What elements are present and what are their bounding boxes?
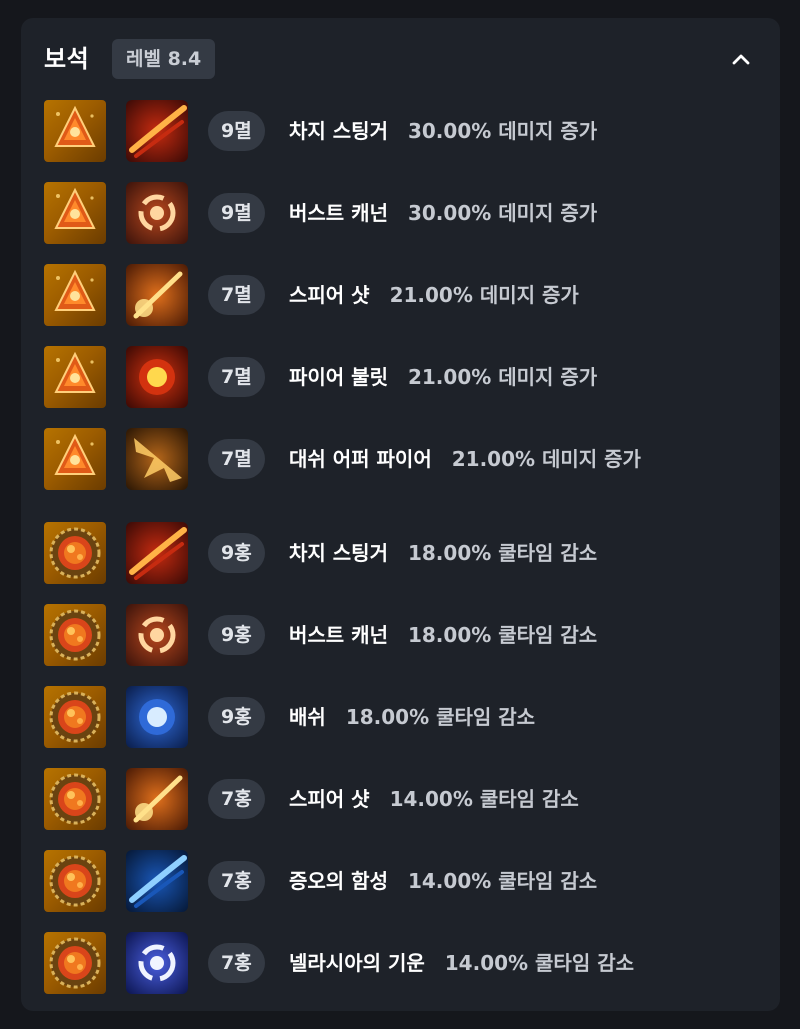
charge-stinger-skill-icon[interactable] xyxy=(126,100,188,162)
gem-effect: 30.00% 데미지 증가 xyxy=(407,119,598,143)
gem-tier-badge: 9홍 xyxy=(208,697,265,737)
crimson-flame-gem-icon[interactable] xyxy=(44,850,106,912)
bash-skill-icon[interactable] xyxy=(126,686,188,748)
crimson-flame-gem-icon[interactable] xyxy=(44,522,106,584)
skill-name-text: 대쉬 어퍼 파이어 xyxy=(289,447,432,471)
skill-name-text: 차지 스팅거 xyxy=(289,119,388,143)
gem-row[interactable]: 9홍 버스트 캐넌 18.00% 쿨타임 감소 xyxy=(44,604,764,666)
gem-tier-badge: 7멸 xyxy=(208,357,265,397)
gem-row[interactable]: 7홍 넬라시아의 기운 14.00% 쿨타임 감소 xyxy=(44,932,764,994)
fire-bullet-skill-icon[interactable] xyxy=(126,346,188,408)
burst-cannon-skill-icon[interactable] xyxy=(126,604,188,666)
skill-name: 차지 스팅거 30.00% 데미지 증가 xyxy=(289,115,597,147)
gem-tier-badge: 7홍 xyxy=(208,861,265,901)
gem-level-badge: 레벨 8.4 xyxy=(112,39,216,79)
gem-row[interactable]: 9멸 버스트 캐넌 30.00% 데미지 증가 xyxy=(44,182,764,244)
gem-panel-page: 보석 레벨 8.4 9멸 차지 스팅거 30.00% 데미지 증가 9멸 버스트 캐넌 3… xyxy=(0,0,800,1029)
gem-tier-badge: 7멸 xyxy=(208,275,265,315)
skill-name-text: 배쉬 xyxy=(289,705,326,729)
charge-stinger-skill-icon[interactable] xyxy=(126,522,188,584)
gem-row[interactable]: 9홍 차지 스팅거 18.00% 쿨타임 감소 xyxy=(44,522,764,584)
skill-name: 버스트 캐넌 30.00% 데미지 증가 xyxy=(289,197,597,229)
crimson-flame-gem-icon[interactable] xyxy=(44,686,106,748)
collapse-button[interactable] xyxy=(724,42,758,76)
dash-upper-fire-skill-icon[interactable] xyxy=(126,428,188,490)
gem-effect: 14.00% 쿨타임 감소 xyxy=(389,787,579,811)
skill-name: 버스트 캐넌 18.00% 쿨타임 감소 xyxy=(289,619,597,651)
spear-shot-skill-icon[interactable] xyxy=(126,264,188,326)
gem-tier-badge: 9멸 xyxy=(208,193,265,233)
gem-row[interactable]: 7홍 스피어 샷 14.00% 쿨타임 감소 xyxy=(44,768,764,830)
annihilation-gem-icon[interactable] xyxy=(44,346,106,408)
skill-name-text: 스피어 샷 xyxy=(289,283,370,307)
gem-tier-badge: 9홍 xyxy=(208,533,265,573)
skill-name-text: 넬라시아의 기운 xyxy=(289,951,425,975)
burst-cannon-skill-icon[interactable] xyxy=(126,182,188,244)
skill-name: 배쉬 18.00% 쿨타임 감소 xyxy=(289,701,535,733)
skill-name-text: 차지 스팅거 xyxy=(289,541,388,565)
gem-tier-badge: 7홍 xyxy=(208,779,265,819)
annihilation-gem-icon[interactable] xyxy=(44,182,106,244)
gem-tier-badge: 7홍 xyxy=(208,943,265,983)
gem-row[interactable]: 7멸 스피어 샷 21.00% 데미지 증가 xyxy=(44,264,764,326)
gem-effect: 30.00% 데미지 증가 xyxy=(407,201,598,225)
gem-tier-badge: 7멸 xyxy=(208,439,265,479)
skill-name-text: 파이어 불릿 xyxy=(289,365,388,389)
annihilation-gem-icon[interactable] xyxy=(44,428,106,490)
spear-shot-skill-icon[interactable] xyxy=(126,768,188,830)
chevron-up-icon xyxy=(732,54,750,65)
crimson-flame-gem-icon[interactable] xyxy=(44,932,106,994)
roar-of-hatred-skill-icon[interactable] xyxy=(126,850,188,912)
crimson-flame-gem-icon[interactable] xyxy=(44,768,106,830)
gem-row[interactable]: 9멸 차지 스팅거 30.00% 데미지 증가 xyxy=(44,100,764,162)
gem-effect: 18.00% 쿨타임 감소 xyxy=(345,705,536,729)
gem-effect: 14.00% 쿨타임 감소 xyxy=(444,951,634,975)
nellasias-energy-skill-icon[interactable] xyxy=(126,932,188,994)
annihilation-gem-icon[interactable] xyxy=(44,100,106,162)
skill-name: 차지 스팅거 18.00% 쿨타임 감소 xyxy=(289,537,597,569)
skill-name-text: 버스트 캐넌 xyxy=(289,201,388,225)
skill-name-text: 버스트 캐넌 xyxy=(289,623,388,647)
skill-name: 대쉬 어퍼 파이어 21.00% 데미지 증가 xyxy=(289,443,641,475)
skill-name-text: 스피어 샷 xyxy=(289,787,370,811)
gem-effect: 21.00% 데미지 증가 xyxy=(389,283,579,307)
skill-name: 스피어 샷 14.00% 쿨타임 감소 xyxy=(289,783,579,815)
skill-name: 증오의 함성 14.00% 쿨타임 감소 xyxy=(289,865,597,897)
section-title: 보석 xyxy=(44,45,90,73)
gem-row[interactable]: 7멸 파이어 불릿 21.00% 데미지 증가 xyxy=(44,346,764,408)
annihilation-gem-icon[interactable] xyxy=(44,264,106,326)
skill-name: 스피어 샷 21.00% 데미지 증가 xyxy=(289,279,579,311)
gem-effect: 18.00% 쿨타임 감소 xyxy=(407,541,598,565)
gem-row[interactable]: 7홍 증오의 함성 14.00% 쿨타임 감소 xyxy=(44,850,764,912)
gem-effect: 21.00% 데미지 증가 xyxy=(407,365,598,389)
skill-name-text: 증오의 함성 xyxy=(289,869,388,893)
skill-name: 파이어 불릿 21.00% 데미지 증가 xyxy=(289,361,597,393)
skill-name: 넬라시아의 기운 14.00% 쿨타임 감소 xyxy=(289,947,634,979)
gem-effect: 18.00% 쿨타임 감소 xyxy=(407,623,598,647)
gem-row[interactable]: 9홍 배쉬 18.00% 쿨타임 감소 xyxy=(44,686,764,748)
gem-effect: 14.00% 쿨타임 감소 xyxy=(407,869,598,893)
crimson-flame-gem-icon[interactable] xyxy=(44,604,106,666)
gem-row[interactable]: 7멸 대쉬 어퍼 파이어 21.00% 데미지 증가 xyxy=(44,428,764,490)
gem-effect: 21.00% 데미지 증가 xyxy=(451,447,641,471)
gem-tier-badge: 9멸 xyxy=(208,111,265,151)
gem-tier-badge: 9홍 xyxy=(208,615,265,655)
